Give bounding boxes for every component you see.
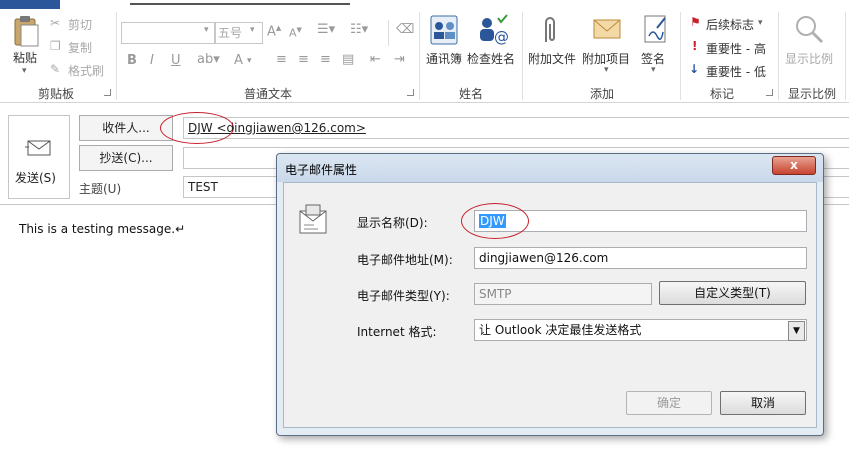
format-painter-icon: ✎: [50, 62, 61, 76]
send-button[interactable]: 发送(S): [8, 115, 70, 199]
justify-icon[interactable]: ▤: [342, 52, 354, 67]
zoom-button[interactable]: 显示比例: [785, 50, 833, 67]
low-importance-icon: ↓: [689, 62, 700, 76]
names-group-label: 姓名: [458, 87, 483, 101]
dialog-body: 显示名称(D): DJW 电子邮件地址(M): dingjiawen@126.c…: [283, 182, 817, 428]
subject-label: 主题(U): [79, 182, 122, 196]
send-envelope-icon: [25, 138, 53, 161]
annotation-circle: [461, 203, 529, 239]
close-button[interactable]: x: [772, 156, 816, 175]
attach-item-icon[interactable]: [592, 14, 622, 47]
font-size-combo[interactable]: 五号: [215, 22, 263, 44]
contact-card-icon: [296, 203, 332, 242]
cc-button[interactable]: 抄送(C)...: [79, 145, 173, 171]
increase-indent-icon[interactable]: ⇥: [394, 52, 405, 67]
cut-button[interactable]: 剪切: [68, 16, 92, 33]
group-divider: [522, 12, 523, 100]
tags-group-label: 标记: [709, 87, 734, 101]
copy-button[interactable]: 复制: [68, 39, 92, 56]
address-book-button[interactable]: 通讯簿: [426, 50, 462, 67]
paste-button[interactable]: 粘贴: [13, 49, 37, 66]
zoom-group-label: 显示比例: [787, 87, 836, 101]
email-type-label: 电子邮件类型(Y):: [357, 289, 450, 303]
follow-up-button[interactable]: 后续标志: [706, 16, 754, 33]
bullets-icon[interactable]: ☰▾: [317, 22, 335, 37]
flag-icon: ⚑: [690, 15, 701, 29]
dialog-title: 电子邮件属性: [285, 163, 358, 177]
tags-launcher-icon[interactable]: [766, 89, 773, 96]
close-icon: x: [790, 158, 798, 172]
low-importance-button[interactable]: 重要性 - 低: [706, 63, 766, 80]
ribbon: 粘贴 ▾ ✂ 剪切 ❐ 复制 ✎ 格式刷 剪贴板 ▾ 五号 ▾ A▲ A▼ ☰▾…: [0, 0, 849, 103]
cancel-button[interactable]: 取消: [720, 391, 806, 415]
ok-button[interactable]: 确定: [626, 391, 712, 415]
group-divider: [845, 12, 846, 100]
align-right-icon[interactable]: ≡: [320, 52, 331, 67]
font-color-button[interactable]: A: [234, 53, 243, 68]
group-divider: [778, 12, 779, 100]
svg-text:@: @: [494, 28, 509, 46]
numbering-icon[interactable]: ☷▾: [350, 22, 368, 37]
align-left-icon[interactable]: ≡: [276, 52, 287, 67]
underline-button[interactable]: U: [171, 53, 181, 68]
include-group-label: 添加: [589, 87, 614, 101]
annotation-circle: [160, 112, 234, 144]
magnifier-icon[interactable]: [794, 14, 824, 47]
internet-format-label: Internet 格式:: [357, 325, 437, 339]
address-book-icon[interactable]: [428, 14, 460, 49]
chevron-down-icon[interactable]: ▼: [788, 321, 805, 341]
toolbar-divider: [388, 20, 389, 46]
highlight-icon[interactable]: ab▾: [197, 52, 220, 67]
email-type-input[interactable]: SMTP: [474, 283, 652, 305]
check-names-button[interactable]: 检查姓名: [467, 50, 515, 67]
clear-formatting-icon[interactable]: ⌫: [396, 22, 414, 37]
check-names-icon[interactable]: @: [476, 14, 510, 49]
italic-button[interactable]: I: [150, 53, 154, 68]
to-field[interactable]: DJW <dingjiawen@126.com>: [183, 117, 849, 139]
email-properties-dialog: 电子邮件属性 x 显示名称(D): DJW 电子邮件地址(M): dingjia…: [276, 153, 824, 436]
message-body[interactable]: This is a testing message.↵: [19, 222, 185, 236]
group-divider: [116, 12, 117, 100]
send-label: 发送(S): [15, 171, 56, 185]
internet-format-select[interactable]: 让 Outlook 决定最佳发送格式 ▼: [474, 319, 807, 341]
decrease-indent-icon[interactable]: ⇤: [370, 52, 381, 67]
custom-type-button[interactable]: 自定义类型(T): [659, 281, 806, 305]
paperclip-icon[interactable]: [538, 14, 562, 49]
font-size-dropdown-icon[interactable]: ▾: [250, 25, 255, 35]
grow-font-icon[interactable]: A▲: [267, 24, 281, 39]
font-name-dropdown-icon[interactable]: ▾: [204, 25, 209, 35]
email-address-input[interactable]: dingjiawen@126.com: [474, 247, 807, 269]
align-center-icon[interactable]: ≡: [298, 52, 309, 67]
high-importance-icon: !: [692, 39, 698, 53]
dialog-title-bar: 电子邮件属性 x: [277, 154, 823, 182]
email-address-label: 电子邮件地址(M):: [357, 253, 453, 267]
basic-text-launcher-icon[interactable]: [407, 89, 414, 96]
font-name-combo[interactable]: [121, 22, 215, 44]
basic-text-group-label: 普通文本: [243, 87, 292, 101]
attach-item-dropdown-icon[interactable]: ▾: [604, 65, 609, 75]
bold-button[interactable]: B: [127, 53, 137, 68]
paste-icon[interactable]: [12, 16, 40, 48]
display-name-label: 显示名称(D):: [357, 216, 428, 230]
copy-icon: ❐: [50, 39, 61, 53]
format-painter-button[interactable]: 格式刷: [68, 62, 104, 79]
signature-dropdown-icon[interactable]: ▾: [651, 65, 656, 75]
group-divider: [680, 12, 681, 100]
internet-format-value: 让 Outlook 决定最佳发送格式: [479, 323, 642, 337]
shrink-font-icon[interactable]: A▼: [289, 26, 302, 40]
ribbon-tab-strip: [0, 0, 849, 9]
paste-dropdown-icon[interactable]: ▾: [22, 66, 27, 76]
tab-strip-remnant: [130, 3, 350, 5]
scissors-icon: ✂: [50, 16, 61, 30]
attach-file-button[interactable]: 附加文件: [528, 50, 576, 67]
to-button[interactable]: 收件人...: [79, 115, 173, 141]
signature-icon[interactable]: [643, 14, 669, 49]
tab-message[interactable]: [0, 0, 60, 9]
clipboard-launcher-icon[interactable]: [104, 89, 111, 96]
high-importance-button[interactable]: 重要性 - 高: [706, 40, 766, 57]
font-color-dropdown-icon[interactable]: ▾: [247, 56, 252, 66]
follow-up-dropdown-icon[interactable]: ▾: [758, 18, 763, 28]
clipboard-group-label: 剪贴板: [37, 87, 74, 101]
